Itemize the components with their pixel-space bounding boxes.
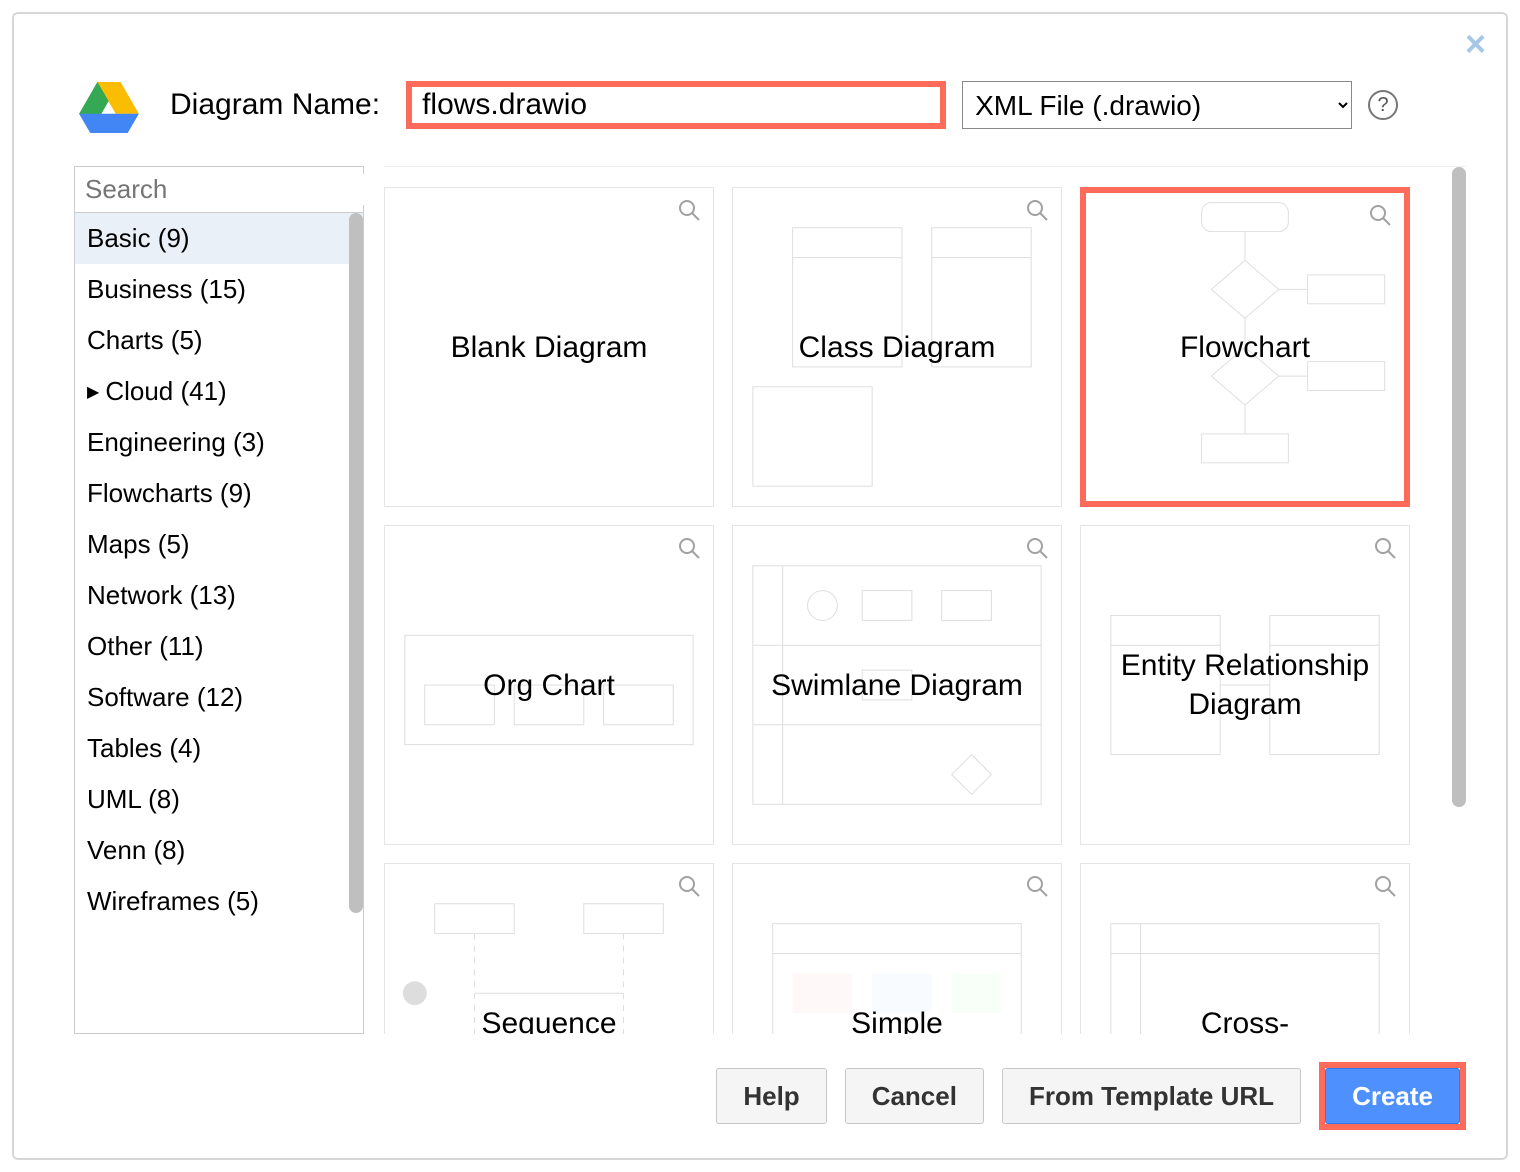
template-label: Entity Relationship Diagram [1081, 646, 1409, 724]
category-item[interactable]: Maps (5) [75, 519, 363, 570]
dialog-body: Basic (9) Business (15) Charts (5) ▶ Cloud (… [14, 166, 1506, 1034]
category-label: Maps (5) [87, 529, 190, 560]
expand-arrow-icon: ▶ [87, 382, 99, 402]
category-label: Flowcharts (9) [87, 478, 252, 509]
template-tile[interactable]: Flowchart [1080, 187, 1410, 507]
search-field[interactable] [75, 167, 363, 213]
new-diagram-dialog: × Diagram Name: XML File (.drawio) ? [12, 12, 1508, 1160]
category-item[interactable]: Flowcharts (9) [75, 468, 363, 519]
category-label: Business (15) [87, 274, 246, 305]
create-button-highlight: Create [1319, 1062, 1466, 1130]
template-label: Class Diagram [791, 328, 1004, 367]
template-label: Swimlane Diagram [763, 666, 1031, 705]
category-label: Tables (4) [87, 733, 201, 764]
help-icon[interactable]: ? [1368, 90, 1398, 120]
category-label: UML (8) [87, 784, 180, 815]
template-label: Flowchart [1172, 328, 1318, 367]
category-item[interactable]: Charts (5) [75, 315, 363, 366]
template-label: Org Chart [475, 666, 623, 705]
category-label: Cloud (41) [105, 376, 226, 407]
category-item[interactable]: UML (8) [75, 774, 363, 825]
category-label: Basic (9) [87, 223, 190, 254]
template-gallery: Blank Diagram Class Diagram Flowchart Org C… [384, 166, 1466, 1034]
template-tile[interactable]: Blank Diagram [384, 187, 714, 507]
template-label: Simple [843, 1004, 951, 1035]
category-item[interactable]: ▶ Cloud (41) [75, 366, 363, 417]
sidebar-scrollbar-thumb[interactable] [349, 213, 363, 913]
template-label: Cross- [1193, 1004, 1297, 1035]
category-label: Venn (8) [87, 835, 185, 866]
category-label: Wireframes (5) [87, 886, 259, 917]
category-item[interactable]: Engineering (3) [75, 417, 363, 468]
category-item[interactable]: Basic (9) [75, 213, 363, 264]
template-label: Blank Diagram [443, 328, 656, 367]
cancel-button[interactable]: Cancel [845, 1068, 984, 1124]
category-item[interactable]: Venn (8) [75, 825, 363, 876]
diagram-name-input[interactable] [406, 81, 946, 129]
category-item[interactable]: Software (12) [75, 672, 363, 723]
category-label: Software (12) [87, 682, 243, 713]
category-label: Engineering (3) [87, 427, 265, 458]
category-item[interactable]: Network (13) [75, 570, 363, 621]
help-button[interactable]: Help [716, 1068, 826, 1124]
category-item[interactable]: Business (15) [75, 264, 363, 315]
category-item[interactable]: Tables (4) [75, 723, 363, 774]
template-label: Sequence [473, 1004, 624, 1035]
close-icon[interactable]: × [1465, 26, 1486, 62]
category-label: Network (13) [87, 580, 236, 611]
category-item[interactable]: Other (11) [75, 621, 363, 672]
template-tile[interactable]: Org Chart [384, 525, 714, 845]
template-category-sidebar: Basic (9) Business (15) Charts (5) ▶ Cloud (… [74, 166, 364, 1034]
category-label: Charts (5) [87, 325, 203, 356]
category-list: Basic (9) Business (15) Charts (5) ▶ Cloud (… [75, 213, 363, 1033]
category-label: Other (11) [87, 631, 204, 662]
template-tile[interactable]: Sequence [384, 863, 714, 1034]
diagram-name-label: Diagram Name: [170, 88, 380, 122]
file-format-select[interactable]: XML File (.drawio) [962, 81, 1352, 129]
template-tile[interactable]: Entity Relationship Diagram [1080, 525, 1410, 845]
template-tile[interactable]: Class Diagram [732, 187, 1062, 507]
search-input[interactable] [85, 174, 420, 205]
template-tile[interactable]: Simple [732, 863, 1062, 1034]
create-button[interactable]: Create [1325, 1068, 1460, 1124]
gallery-scrollbar-thumb[interactable] [1452, 167, 1466, 807]
magnifier-icon[interactable] [677, 198, 701, 227]
category-item[interactable]: Wireframes (5) [75, 876, 363, 927]
dialog-header: Diagram Name: XML File (.drawio) ? [14, 14, 1506, 166]
from-template-url-button[interactable]: From Template URL [1002, 1068, 1301, 1124]
google-drive-icon [74, 74, 144, 136]
template-tile[interactable]: Cross- [1080, 863, 1410, 1034]
template-tile[interactable]: Swimlane Diagram [732, 525, 1062, 845]
dialog-footer: Help Cancel From Template URL Create [14, 1034, 1506, 1158]
